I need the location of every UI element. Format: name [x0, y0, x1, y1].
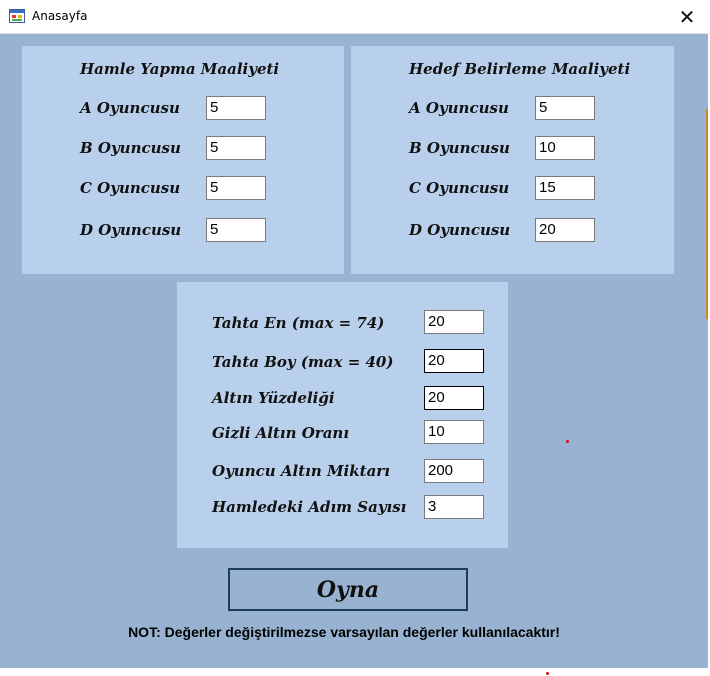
- player-gold-amount-input[interactable]: 200: [424, 459, 484, 483]
- move-cost-label-c: C Oyuncusu: [80, 179, 181, 197]
- window-title: Anasayfa: [32, 9, 88, 23]
- move-cost-label-a: A Oyuncusu: [80, 99, 180, 117]
- title-bar: Anasayfa ✕: [0, 0, 710, 34]
- play-button[interactable]: Oyna: [228, 568, 468, 611]
- move-cost-input-b[interactable]: 5: [206, 136, 266, 160]
- target-cost-input-b[interactable]: 10: [535, 136, 595, 160]
- default-values-note: NOT: Değerler değiştirilmezse varsayılan…: [128, 624, 560, 640]
- gold-percent-label: Altın Yüzdeliği: [212, 389, 335, 407]
- app-form-icon: [9, 9, 25, 23]
- target-cost-label-b: B Oyuncusu: [409, 139, 510, 157]
- close-button[interactable]: ✕: [664, 0, 710, 33]
- stray-dot-bottom: [546, 672, 549, 675]
- target-cost-input-a[interactable]: 5: [535, 96, 595, 120]
- target-cost-title: Hedef Belirleme Maaliyeti: [409, 60, 631, 78]
- background-window-edge: [706, 109, 708, 319]
- board-height-label: Tahta Boy (max = 40): [212, 353, 394, 371]
- gold-percent-input[interactable]: 20: [424, 386, 484, 410]
- steps-per-move-label: Hamledeki Adım Sayısı: [212, 498, 407, 516]
- board-height-input[interactable]: 20: [424, 349, 484, 373]
- stray-dot: [566, 440, 569, 443]
- target-cost-label-d: D Oyuncusu: [409, 221, 511, 239]
- move-cost-input-a[interactable]: 5: [206, 96, 266, 120]
- player-gold-amount-label: Oyuncu Altın Miktarı: [212, 462, 390, 480]
- move-cost-title: Hamle Yapma Maaliyeti: [80, 60, 280, 78]
- target-cost-label-c: C Oyuncusu: [409, 179, 510, 197]
- target-cost-input-d[interactable]: 20: [535, 218, 595, 242]
- board-settings-panel: Tahta En (max = 74) 20 Tahta Boy (max = …: [177, 282, 508, 548]
- play-button-label: Oyna: [316, 576, 380, 603]
- move-cost-label-b: B Oyuncusu: [80, 139, 181, 157]
- steps-per-move-input[interactable]: 3: [424, 495, 484, 519]
- board-width-input[interactable]: 20: [424, 310, 484, 334]
- hidden-gold-ratio-label: Gizli Altın Oranı: [212, 424, 350, 442]
- hidden-gold-ratio-input[interactable]: 10: [424, 420, 484, 444]
- close-icon: ✕: [678, 4, 696, 29]
- move-cost-panel: Hamle Yapma Maaliyeti A Oyuncusu 5 B Oyu…: [22, 46, 344, 274]
- target-cost-label-a: A Oyuncusu: [409, 99, 509, 117]
- target-cost-panel: Hedef Belirleme Maaliyeti A Oyuncusu 5 B…: [351, 46, 674, 274]
- target-cost-input-c[interactable]: 15: [535, 176, 595, 200]
- move-cost-input-d[interactable]: 5: [206, 218, 266, 242]
- move-cost-label-d: D Oyuncusu: [80, 221, 182, 239]
- move-cost-input-c[interactable]: 5: [206, 176, 266, 200]
- board-width-label: Tahta En (max = 74): [212, 314, 385, 332]
